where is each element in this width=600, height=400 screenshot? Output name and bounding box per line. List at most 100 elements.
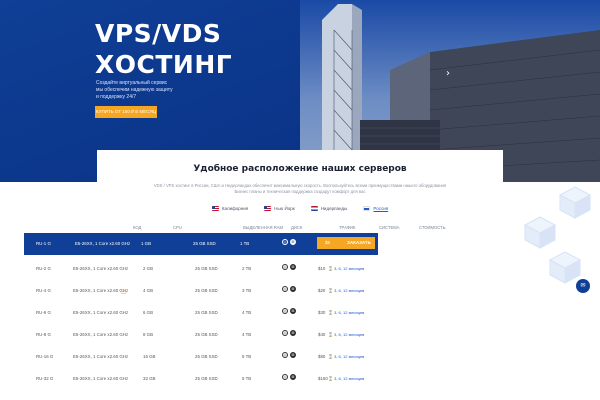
- period-link[interactable]: ⌛ 3, 6, 12 месяцев: [328, 332, 364, 337]
- row-disk: 25 GB SSD: [195, 332, 218, 337]
- os-icons: ◎ ⊞: [282, 239, 296, 245]
- table-row[interactable]: RU-4 G E5-26XX, 1 Core x2.60 GHz 4 GB 25…: [22, 280, 382, 302]
- row-traffic: 4 TB: [242, 310, 252, 315]
- table-row[interactable]: RU-1 G E5-26XX, 1 Core x2.60 GHz 1 GB 25…: [24, 233, 378, 255]
- windows-icon: ⊞: [290, 264, 296, 270]
- order-button[interactable]: $5 ЗАКАЗАТЬ: [317, 237, 375, 249]
- row-traffic: 1 TB: [240, 241, 250, 246]
- row-price: $40: [318, 332, 326, 337]
- row-ram: 6 GB: [143, 310, 154, 315]
- table-row[interactable]: RU-16 G E5-26XX, 1 Core x2.60 GHz 16 GB …: [22, 346, 382, 368]
- period-link[interactable]: ⌛ 3, 6, 12 месяцев: [328, 288, 364, 293]
- period-label: 3, 6, 12 месяцев: [334, 288, 365, 293]
- hero-title-line2: ХОСТИНГ: [95, 50, 233, 79]
- period-link[interactable]: ⌛ 3, 6, 12 месяцев: [328, 376, 364, 381]
- row-ram: 16 GB: [143, 354, 156, 359]
- os-icons: ◎ ⊞: [282, 330, 296, 336]
- period-link[interactable]: ⌛ 3, 6, 12 месяцев: [328, 354, 364, 359]
- col-code: КОД: [133, 225, 142, 230]
- windows-icon: ⊞: [290, 352, 296, 358]
- row-code: RU-8 G: [36, 332, 51, 337]
- calendar-icon: ⌛: [328, 354, 333, 359]
- row-price: $160: [318, 376, 328, 381]
- row-traffic: 3 TB: [242, 288, 252, 293]
- ubuntu-icon: ◎: [282, 374, 288, 380]
- table-row[interactable]: RU-6 G E5-26XX, 1 Core x2.60 GHz 6 GB 25…: [22, 302, 382, 324]
- ubuntu-icon: ◎: [282, 330, 288, 336]
- hero-desc-line2: мы обеспечим надежную защиту: [96, 87, 173, 93]
- order-label: ЗАКАЗАТЬ: [347, 240, 371, 245]
- hero-title-line1: VPS/VDS: [95, 19, 222, 48]
- row-ram: 1 GB: [141, 241, 152, 246]
- row-traffic: 5 TB: [242, 354, 252, 359]
- row-price: $30: [318, 310, 326, 315]
- os-icons: ◎ ⊞: [282, 308, 296, 314]
- ru-flag-icon: [363, 206, 371, 211]
- os-icons: ◎ ⊞: [282, 374, 296, 380]
- row-traffic: 5 TB: [242, 376, 252, 381]
- row-disk: 25 GB SSD: [193, 241, 216, 246]
- flame-icon: ♨: [120, 287, 128, 296]
- section-title: Удобное расположение наших серверов: [193, 164, 407, 174]
- period-label: 3, 6, 12 месяцев: [334, 310, 365, 315]
- row-cpu: E5-26XX, 1 Core x2.60 GHz: [73, 354, 129, 359]
- location-label: Нью Йорк: [274, 206, 295, 211]
- row-traffic: 4 TB: [242, 332, 252, 337]
- period-label: 3, 6, 12 месяцев: [334, 266, 365, 271]
- row-price: $80: [318, 354, 326, 359]
- calendar-icon: ⌛: [328, 288, 333, 293]
- period-label: 3, 6, 12 месяцев: [334, 354, 365, 359]
- table-row[interactable]: RU-2 G E5-26XX, 1 Core x2.60 GHz 2 GB 25…: [22, 258, 382, 280]
- tab-location-california[interactable]: Калифорния: [211, 206, 248, 211]
- table-row[interactable]: RU-8 G E5-26XX, 1 Core x2.60 GHz 8 GB 25…: [22, 324, 382, 346]
- os-icons: ◎ ⊞: [282, 286, 296, 292]
- row-ram: 8 GB: [143, 332, 154, 337]
- row-cpu: E5-26XX, 1 Core x2.60 GHz: [75, 241, 131, 246]
- windows-icon: ⊞: [290, 330, 296, 336]
- row-cpu: E5-26XX, 1 Core x2.60 GHz: [73, 266, 129, 271]
- period-link[interactable]: ⌛ 3, 6, 12 месяцев: [328, 266, 364, 271]
- hero-desc-line1: Создайте виртуальный сервис: [96, 80, 168, 86]
- ubuntu-icon: ◎: [282, 264, 288, 270]
- hero-desc-line3: и поддержку 24/7: [96, 94, 137, 100]
- hero-title: VPS/VDS ХОСТИНГ: [95, 18, 232, 80]
- row-cpu: E5-26XX, 1 Core x2.60 GHz: [73, 332, 129, 337]
- windows-icon: ⊞: [290, 308, 296, 314]
- row-disk: 25 GB SSD: [195, 288, 218, 293]
- location-label: Россия: [373, 206, 389, 211]
- os-icons: ◎ ⊞: [282, 264, 296, 270]
- row-disk: 25 GB SSD: [195, 310, 218, 315]
- row-ram: 4 GB: [143, 288, 154, 293]
- windows-icon: ⊞: [290, 286, 296, 292]
- location-label: Нидерланды: [320, 206, 348, 211]
- tab-location-russia[interactable]: Россия: [363, 206, 388, 211]
- row-code: RU-2 G: [36, 266, 51, 271]
- period-link[interactable]: ⌛ 3, 6, 12 месяцев: [328, 310, 364, 315]
- ubuntu-icon: ◎: [282, 308, 288, 314]
- col-ram: ВЫДЕЛЕННАЯ RAM: [243, 225, 284, 230]
- chat-button[interactable]: ✉: [576, 279, 590, 293]
- table-row[interactable]: RU-32 G E5-26XX, 1 Core x2.60 GHz 32 GB …: [22, 368, 382, 390]
- windows-icon: ⊞: [290, 239, 296, 245]
- row-code: RU-16 G: [36, 354, 54, 359]
- period-label: 3, 6, 12 месяцев: [334, 332, 365, 337]
- row-price: $10: [318, 266, 326, 271]
- row-ram: 32 GB: [143, 376, 156, 381]
- chat-icon: ✉: [580, 283, 586, 289]
- os-icons: ◎ ⊞: [282, 352, 296, 358]
- location-tabs: Калифорния Нью Йорк Нидерланды Россия: [97, 206, 503, 211]
- row-disk: 25 GB SSD: [195, 266, 218, 271]
- buy-button[interactable]: КУПИТЬ ОТ 150 ₽ В МЕСЯЦ: [95, 106, 157, 118]
- tab-location-new-york[interactable]: Нью Йорк: [264, 206, 295, 211]
- section-sub-line2: Бизнес планы и техническая поддержка соз…: [234, 189, 366, 194]
- calendar-icon: ⌛: [328, 310, 333, 315]
- ubuntu-icon: ◎: [282, 352, 288, 358]
- col-price: СТОИМОСТЬ: [419, 225, 446, 230]
- nl-flag-icon: [310, 206, 318, 211]
- section-subtitle: VDS / VPS хостинг в России, США и Нидерл…: [117, 183, 483, 195]
- chevron-right-icon[interactable]: ›: [446, 68, 450, 79]
- period-label: 3, 6, 12 месяцев: [334, 376, 365, 381]
- tab-location-netherlands[interactable]: Нидерланды: [310, 206, 348, 211]
- table-header: КОД CPU ВЫДЕЛЕННАЯ RAM ДИСК ТРАФИК СИСТЕ…: [119, 225, 479, 233]
- ubuntu-icon: ◎: [282, 286, 288, 292]
